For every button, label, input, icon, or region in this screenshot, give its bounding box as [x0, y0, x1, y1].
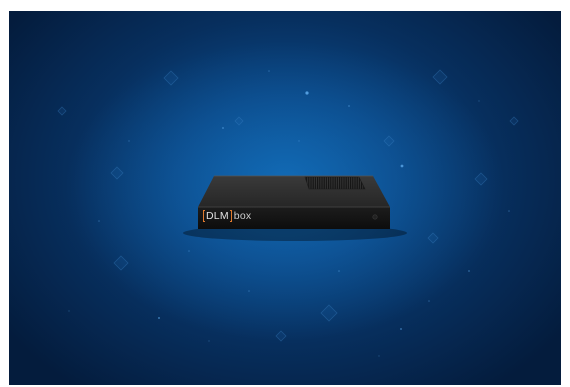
logo-brand-text: DLM	[206, 210, 229, 222]
dlm-box-device	[183, 175, 407, 241]
power-button-icon	[372, 214, 378, 220]
vent-grille	[305, 177, 365, 189]
hero-image: DLM box	[9, 11, 561, 385]
dlm-box-logo: DLM box	[203, 209, 251, 223]
device-top-panel	[198, 176, 390, 207]
logo-bracket-right	[229, 210, 232, 222]
logo-bracket-left	[203, 210, 205, 222]
logo-product-text: box	[233, 210, 252, 222]
